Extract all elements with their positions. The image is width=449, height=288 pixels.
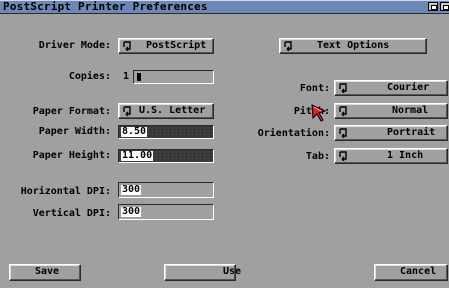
paper-format-label: Paper Format: bbox=[32, 106, 111, 117]
printer-preferences-window: PostScript Printer Preferences Driver Mo… bbox=[0, 0, 449, 288]
paper-width-value: 8.50 bbox=[121, 126, 148, 137]
window-title: PostScript Printer Preferences bbox=[3, 0, 208, 13]
save-button-label: Save bbox=[35, 266, 60, 277]
paper-height-field: 11.00 bbox=[118, 149, 214, 163]
font-label: Font: bbox=[299, 83, 330, 94]
vertical-dpi-value: 300 bbox=[121, 206, 142, 217]
title-bar[interactable]: PostScript Printer Preferences bbox=[0, 0, 449, 14]
cancel-button-label: Cancel bbox=[400, 266, 437, 277]
orientation-value: Portrait bbox=[387, 127, 436, 138]
use-button[interactable]: Use bbox=[164, 264, 241, 281]
text-options-label: Text Options bbox=[317, 40, 390, 51]
tab-cycle[interactable]: 1 Inch bbox=[334, 148, 448, 164]
paper-format-cycle[interactable]: U.S. Letter bbox=[118, 103, 214, 119]
pitch-value: Normal bbox=[392, 105, 429, 116]
copies-label: Copies: bbox=[68, 71, 111, 82]
orientation-label: Orientation: bbox=[257, 128, 330, 139]
use-button-label: Use bbox=[223, 266, 242, 277]
zoom-gadget-icon[interactable] bbox=[428, 2, 438, 11]
paper-height-label: Paper Height: bbox=[32, 150, 111, 161]
driver-mode-label: Driver Mode: bbox=[38, 40, 111, 51]
paper-width-field: 8.50 bbox=[118, 125, 214, 139]
slider-knob[interactable] bbox=[137, 73, 141, 81]
paper-format-value: U.S. Letter bbox=[139, 105, 206, 116]
copies-slider[interactable] bbox=[133, 70, 214, 84]
paper-height-value: 11.00 bbox=[121, 150, 154, 161]
cycle-icon bbox=[339, 106, 347, 116]
horizontal-dpi-field[interactable]: 300 bbox=[118, 182, 214, 198]
cycle-icon bbox=[339, 151, 347, 161]
horizontal-dpi-value: 300 bbox=[121, 184, 142, 195]
font-cycle[interactable]: Courier bbox=[334, 80, 448, 96]
cycle-icon bbox=[339, 128, 347, 138]
paper-width-label: Paper Width: bbox=[38, 126, 111, 137]
vertical-dpi-field[interactable]: 300 bbox=[118, 204, 214, 220]
vertical-dpi-label: Vertical DPI: bbox=[32, 208, 111, 219]
depth-gadget-icon[interactable] bbox=[440, 2, 449, 11]
mouse-pointer-icon bbox=[311, 104, 327, 122]
orientation-cycle[interactable]: Portrait bbox=[334, 125, 448, 141]
cycle-icon bbox=[123, 106, 131, 116]
driver-mode-value: PostScript bbox=[146, 40, 207, 51]
tab-value: 1 Inch bbox=[387, 150, 424, 161]
save-button[interactable]: Save bbox=[9, 264, 81, 281]
cycle-icon bbox=[284, 41, 292, 51]
cancel-button[interactable]: Cancel bbox=[374, 264, 448, 281]
text-options-button[interactable]: Text Options bbox=[279, 38, 427, 54]
font-value: Courier bbox=[387, 82, 430, 93]
tab-label: Tab: bbox=[305, 151, 330, 162]
cycle-icon bbox=[123, 41, 131, 51]
copies-value: 1 bbox=[123, 71, 130, 82]
cycle-icon bbox=[339, 83, 347, 93]
pitch-cycle[interactable]: Normal bbox=[334, 103, 448, 119]
driver-mode-cycle[interactable]: PostScript bbox=[118, 38, 214, 54]
horizontal-dpi-label: Horizontal DPI: bbox=[20, 186, 111, 197]
